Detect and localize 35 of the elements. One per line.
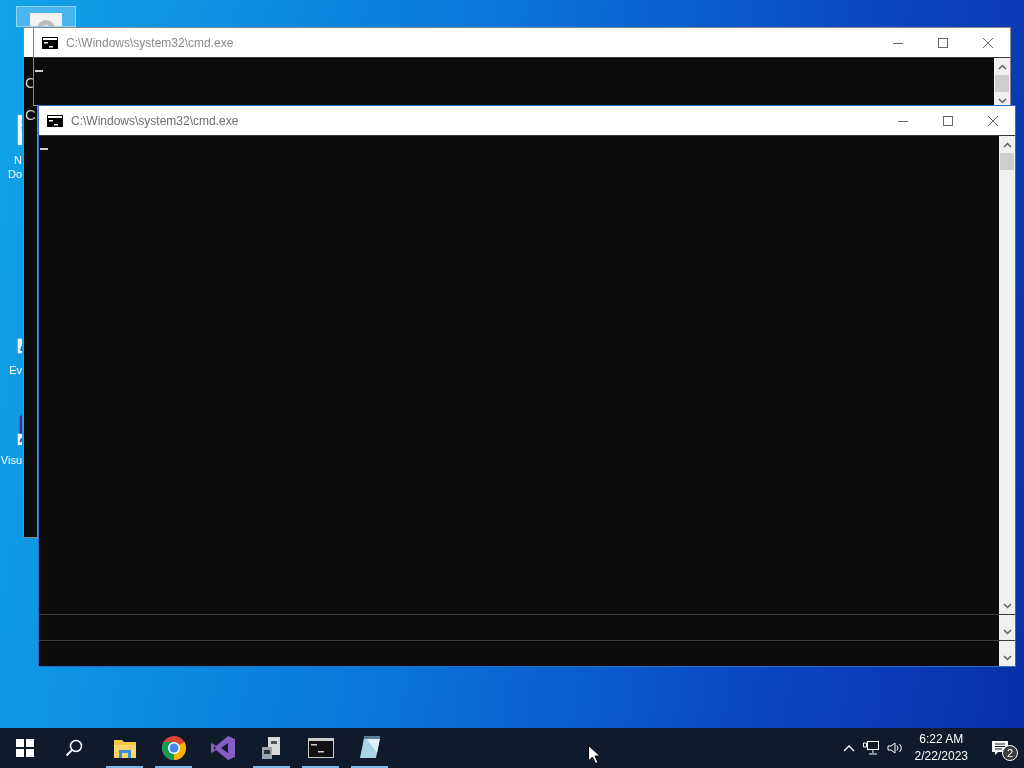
console-text: C bbox=[25, 105, 37, 125]
text-cursor bbox=[35, 70, 43, 72]
chevron-up-icon bbox=[842, 744, 855, 752]
network-icon bbox=[862, 741, 879, 755]
close-icon bbox=[982, 37, 993, 48]
desktop-icon-label: Ev bbox=[9, 363, 22, 377]
browser-logo-icon bbox=[160, 735, 187, 761]
console-icon bbox=[42, 36, 58, 49]
volume-icon bbox=[886, 741, 903, 755]
clock[interactable]: 6:22 AM 2/22/2023 bbox=[906, 728, 976, 768]
chevron-down-icon bbox=[1002, 654, 1012, 661]
scroll-thumb[interactable] bbox=[1000, 153, 1014, 170]
chevron-up-icon bbox=[1002, 141, 1012, 148]
windows-logo-icon bbox=[15, 739, 34, 757]
search-icon bbox=[64, 739, 83, 757]
notifications-button[interactable]: 2 bbox=[976, 728, 1024, 768]
chevron-down-icon bbox=[1002, 628, 1012, 635]
notification-count: 2 bbox=[1002, 745, 1018, 761]
window-title: C:\Windows\system32\cmd.exe bbox=[66, 35, 235, 50]
mouse-pointer-icon bbox=[588, 745, 600, 764]
scroll-thumb[interactable] bbox=[995, 75, 1009, 92]
folder-icon bbox=[112, 737, 137, 759]
desktop-icon[interactable]: N Do bbox=[0, 112, 23, 188]
chevron-down-icon bbox=[1002, 602, 1012, 609]
text-cursor bbox=[40, 148, 48, 150]
maximize-icon bbox=[942, 115, 953, 126]
console-icon bbox=[47, 114, 63, 127]
desktop-icon-label: N Do bbox=[7, 153, 22, 181]
window-title: C:\Windows\system32\cmd.exe bbox=[71, 113, 240, 128]
console-icon bbox=[307, 738, 334, 758]
chevron-down-icon bbox=[997, 97, 1007, 104]
close-icon bbox=[987, 115, 998, 126]
maximize-icon bbox=[937, 37, 948, 48]
desktop-icon-label: Visu bbox=[1, 453, 22, 467]
chevron-up-icon bbox=[997, 63, 1007, 70]
